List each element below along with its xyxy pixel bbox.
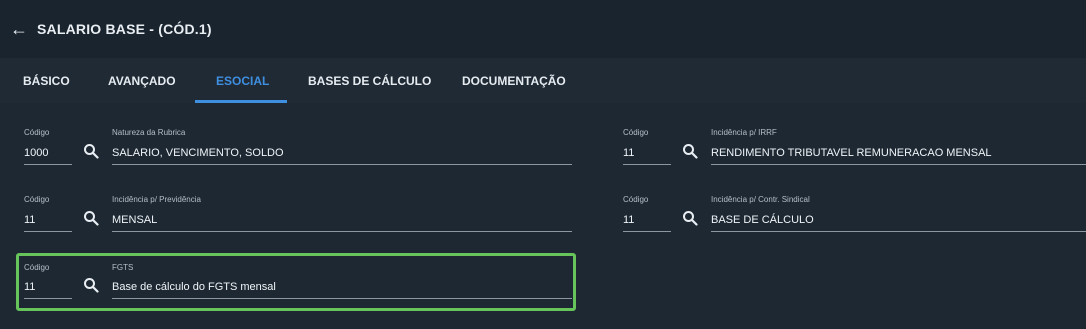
previdencia-underline <box>112 231 572 232</box>
irrf-code-label: Código <box>623 128 649 137</box>
irrf-code-underline <box>623 164 671 165</box>
fgts-code-input[interactable]: 11 <box>24 281 35 293</box>
fgts-code-label: Código <box>24 263 50 272</box>
fgts-underline <box>112 298 572 299</box>
sindical-label: Incidência p/ Contr. Sindical <box>711 195 810 204</box>
previdencia-label: Incidência p/ Previdência <box>112 195 201 204</box>
tab-bases-de-calculo[interactable]: BASES DE CÁLCULO <box>308 74 431 88</box>
previdencia-code-underline <box>24 231 72 232</box>
sindical-underline <box>711 231 1086 232</box>
natureza-code-label: Código <box>24 128 50 137</box>
natureza-label: Natureza da Rubrica <box>112 128 186 137</box>
search-icon[interactable] <box>83 210 99 226</box>
irrf-label: Incidência p/ IRRF <box>711 128 777 137</box>
sindical-input[interactable]: BASE DE CÁLCULO <box>711 214 814 226</box>
sindical-code-underline <box>623 231 671 232</box>
previdencia-code-input[interactable]: 11 <box>24 214 35 226</box>
tab-esocial[interactable]: ESOCIAL <box>216 74 269 88</box>
search-icon[interactable] <box>83 143 99 159</box>
sindical-code-label: Código <box>623 195 649 204</box>
search-icon[interactable] <box>682 143 698 159</box>
natureza-code-underline <box>24 164 72 165</box>
natureza-code-input[interactable]: 1000 <box>24 147 48 159</box>
tab-basico[interactable]: BÁSICO <box>23 74 70 88</box>
tab-bar: BÁSICO AVANÇADO ESOCIAL BASES DE CÁLCULO… <box>0 58 1086 103</box>
fgts-label: FGTS <box>112 263 134 272</box>
sindical-code-input[interactable]: 11 <box>623 214 634 226</box>
search-icon[interactable] <box>682 210 698 226</box>
irrf-input[interactable]: RENDIMENTO TRIBUTAVEL REMUNERACAO MENSAL <box>711 147 992 159</box>
natureza-input[interactable]: SALARIO, VENCIMENTO, SOLDO <box>112 147 284 159</box>
fgts-code-underline <box>24 298 72 299</box>
previdencia-input[interactable]: MENSAL <box>112 214 157 226</box>
irrf-code-input[interactable]: 11 <box>623 147 634 159</box>
tab-avancado[interactable]: AVANÇADO <box>108 74 176 88</box>
tab-documentacao[interactable]: DOCUMENTAÇÃO <box>462 74 566 88</box>
back-arrow-icon[interactable]: ← <box>10 19 30 39</box>
page-header: ← SALARIO BASE - (CÓD.1) <box>0 0 1086 59</box>
previdencia-code-label: Código <box>24 195 50 204</box>
fgts-highlight-box <box>16 253 576 311</box>
search-icon[interactable] <box>83 277 99 293</box>
irrf-underline <box>711 164 1086 165</box>
fgts-input[interactable]: Base de cálculo do FGTS mensal <box>112 281 276 293</box>
page-title: SALARIO BASE - (CÓD.1) <box>37 21 212 37</box>
natureza-underline <box>112 164 572 165</box>
